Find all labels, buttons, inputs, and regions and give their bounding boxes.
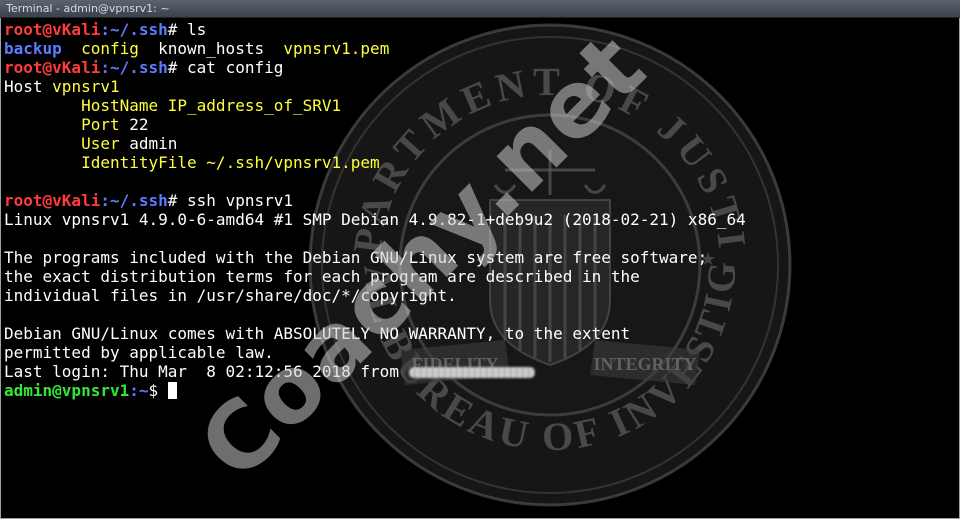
- prompt-path: :~: [129, 381, 149, 400]
- prompt-user: root@vKali: [4, 58, 101, 77]
- terminal-line: root@vKali:~/.ssh# ls: [4, 20, 956, 39]
- command-text: ssh vpnsrv1: [187, 191, 293, 210]
- ls-entry-directory: backup: [4, 39, 62, 58]
- terminal-line: IdentityFile ~/.ssh/vpnsrv1.pem: [4, 153, 956, 172]
- window-title: Terminal - admin@vpnsrv1: ~: [6, 2, 170, 15]
- terminal-line: the exact distribution terms for each pr…: [4, 267, 640, 286]
- terminal-line: backup config known_hosts vpnsrv1.pem: [4, 39, 956, 58]
- command-text: ls: [187, 20, 207, 39]
- window-titlebar[interactable]: Terminal - admin@vpnsrv1: ~: [0, 0, 960, 18]
- prompt-path: :~/.ssh: [100, 58, 168, 77]
- ls-entry-file: config: [81, 39, 139, 58]
- ls-entry-file: known_hosts: [158, 39, 265, 58]
- config-value: 22: [129, 115, 149, 134]
- prompt-sign: #: [167, 191, 188, 210]
- config-key: Host: [4, 77, 43, 96]
- prompt-sign: #: [167, 20, 188, 39]
- config-value: ~/.ssh/vpnsrv1.pem: [206, 153, 380, 172]
- last-login-text: Last login: Thu Mar 8 02:12:56 2018 from: [4, 362, 409, 381]
- terminal-prompt-line[interactable]: admin@vpnsrv1:~$: [4, 381, 956, 400]
- prompt-user: admin@vpnsrv1: [4, 381, 130, 400]
- terminal-window: Terminal - admin@vpnsrv1: ~ DEPARTMENT O…: [0, 0, 960, 519]
- terminal-line: User admin: [4, 134, 956, 153]
- prompt-sign: $: [148, 381, 168, 400]
- terminal-output[interactable]: root@vKali:~/.ssh# ls backup config know…: [4, 20, 956, 517]
- terminal-line: HostName IP_address_of_SRV1: [4, 96, 956, 115]
- prompt-path: :~/.ssh: [100, 191, 168, 210]
- config-key: IdentityFile: [81, 153, 197, 172]
- terminal-line: Debian GNU/Linux comes with ABSOLUTELY N…: [4, 324, 631, 343]
- terminal-line: Host vpnsrv1: [4, 77, 956, 96]
- terminal-line: The programs included with the Debian GN…: [4, 248, 708, 267]
- prompt-sign: #: [167, 58, 188, 77]
- config-key: Port: [81, 115, 120, 134]
- config-value: vpnsrv1: [52, 77, 120, 96]
- prompt-user: root@vKali: [4, 191, 101, 210]
- terminal-line: permitted by applicable law.: [4, 343, 274, 362]
- terminal-line: Port 22: [4, 115, 956, 134]
- prompt-path: :~/.ssh: [100, 20, 168, 39]
- prompt-user: root@vKali: [4, 20, 101, 39]
- terminal-line: root@vKali:~/.ssh# ssh vpnsrv1: [4, 191, 956, 210]
- window-border-left: [0, 18, 1, 519]
- terminal-line: individual files in /usr/share/doc/*/cop…: [4, 286, 457, 305]
- config-key: User: [81, 134, 120, 153]
- redacted-ip-blur: [408, 367, 535, 378]
- ls-entry-file: vpnsrv1.pem: [283, 39, 390, 58]
- command-text: cat config: [187, 58, 284, 77]
- terminal-line: Last login: Thu Mar 8 02:12:56 2018 from: [4, 362, 956, 381]
- terminal-line: Linux vpnsrv1 4.9.0-6-amd64 #1 SMP Debia…: [4, 210, 746, 229]
- config-value: admin: [129, 134, 178, 153]
- terminal-line: root@vKali:~/.ssh# cat config: [4, 58, 956, 77]
- text-cursor[interactable]: [167, 382, 177, 399]
- config-key: HostName: [81, 96, 159, 115]
- config-value: IP_address_of_SRV1: [167, 96, 342, 115]
